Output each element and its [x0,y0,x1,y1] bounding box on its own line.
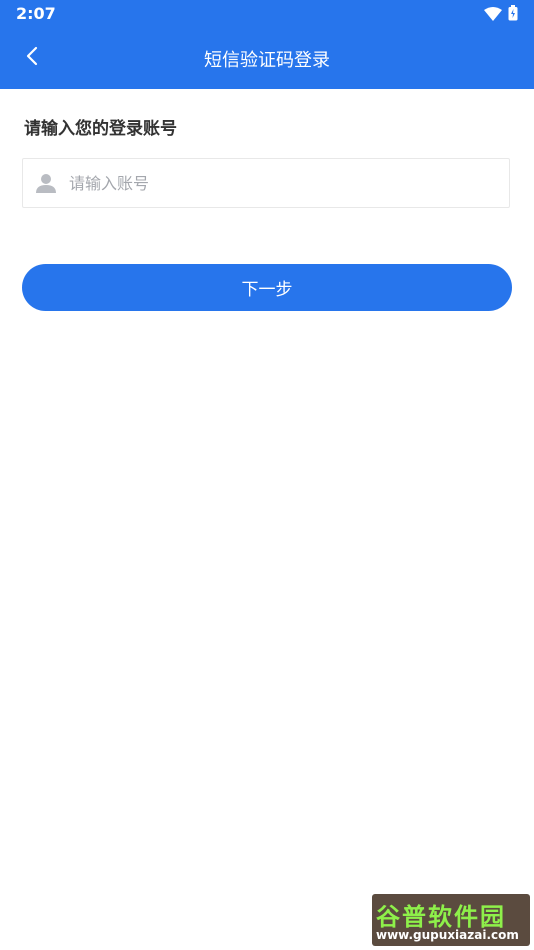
next-button[interactable]: 下一步 [22,264,512,311]
page-title: 短信验证码登录 [204,50,330,71]
status-time: 2:07 [16,4,56,23]
app-header: 2:07 短信验证码登录 [0,0,534,89]
account-field[interactable] [22,158,510,208]
battery-icon [508,5,518,25]
watermark-url: www.gupuxiazai.com [376,928,519,942]
wifi-icon [484,6,502,25]
user-icon [35,172,57,194]
watermark-brand: 谷普软件园 [376,903,506,931]
status-icons [484,5,518,25]
account-input[interactable] [67,172,471,194]
account-label: 请输入您的登录账号 [24,119,177,139]
watermark-logo: 谷普软件园 www.gupuxiazai.com [372,894,530,946]
